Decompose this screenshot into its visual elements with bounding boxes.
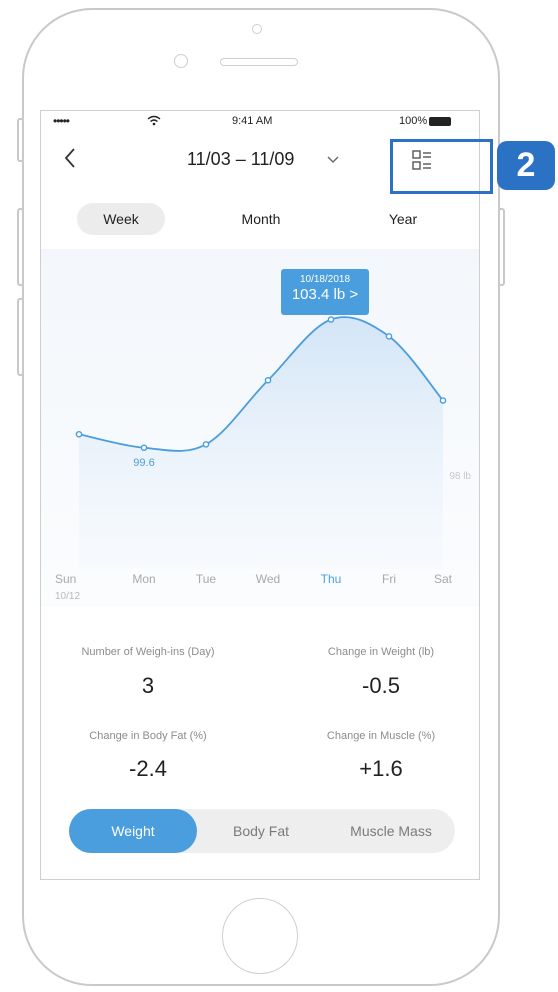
tab-year[interactable]: Year [359, 203, 447, 235]
data-point-tue[interactable] [202, 441, 210, 448]
metric-tab-body-fat[interactable]: Body Fat [199, 809, 323, 853]
tab-month-label: Month [241, 211, 281, 227]
metric-segmented-control: Weight Body Fat Muscle Mass [69, 809, 455, 853]
stat-weigh-ins-value: 3 [141, 673, 155, 698]
annotation-highlight-box [390, 139, 493, 194]
stat-weight-change-label: Change in Weight (lb) [327, 646, 435, 658]
x-tick-sun: Sun [55, 572, 76, 586]
stat-muscle-value: +1.6 [359, 756, 403, 781]
date-range-title[interactable]: 11/03 – 11/09 [187, 149, 294, 170]
x-tick-tue: Tue [196, 572, 217, 586]
chart-area-fill [79, 317, 443, 569]
stat-body-fat-label: Change in Body Fat (%) [89, 730, 207, 742]
stat-weight-change-value: -0.5 [362, 673, 400, 698]
battery-level: 100% [399, 115, 428, 127]
camera-lens [174, 54, 188, 68]
x-tick-thu: Thu [321, 572, 342, 586]
signal-strength-icon: ••••• [53, 114, 70, 128]
x-tick-wed: Wed [256, 572, 280, 586]
stat-weigh-ins-label: Number of Weigh-ins (Day) [81, 646, 215, 658]
status-time: 9:41 AM [232, 115, 273, 127]
data-point-mon[interactable] [140, 444, 148, 452]
annotation-badge: 2 [497, 141, 555, 190]
x-tick-sat: Sat [434, 572, 453, 586]
tab-month[interactable]: Month [217, 203, 305, 235]
tab-week[interactable]: Week [77, 203, 165, 235]
stat-body-fat-value: -2.4 [129, 756, 167, 781]
stat-muscle-label: Change in Muscle (%) [326, 730, 436, 742]
metric-tab-muscle-mass[interactable]: Muscle Mass [327, 809, 455, 853]
min-value-label: 99.6 [133, 457, 154, 469]
tab-week-label: Week [103, 211, 139, 227]
data-point-sun[interactable] [75, 430, 83, 438]
x-tick-mon: Mon [132, 572, 155, 586]
battery-icon [429, 117, 451, 126]
data-point-fri[interactable] [385, 333, 393, 340]
front-camera [252, 24, 262, 34]
metric-tab-weight[interactable]: Weight [69, 809, 197, 853]
app-screen: ••••• 9:41 AM 100% 11/03 – 11/09 Week Mo… [40, 110, 480, 880]
value-tooltip[interactable]: 10/18/2018 103.4 lb > [281, 269, 369, 315]
weight-line-chart[interactable]: 103.499.698 lbSunMonTueWedThuFriSat10/12 [41, 249, 480, 607]
chevron-down-icon[interactable] [327, 156, 339, 164]
tooltip-value: 103.4 lb > [291, 286, 359, 303]
home-button[interactable] [222, 898, 298, 974]
back-chevron-icon[interactable] [63, 147, 77, 169]
data-point-wed[interactable] [264, 376, 272, 384]
tooltip-date: 10/18/2018 [299, 274, 351, 285]
reference-value-label: 98 lb [449, 471, 471, 482]
data-point-sat[interactable] [439, 397, 447, 404]
earpiece-speaker [220, 58, 298, 66]
wifi-icon [147, 115, 161, 126]
tab-year-label: Year [388, 211, 418, 227]
data-point-thu[interactable] [327, 316, 335, 323]
x-tick-first-date: 10/12 [55, 591, 80, 602]
x-tick-fri: Fri [382, 572, 396, 586]
